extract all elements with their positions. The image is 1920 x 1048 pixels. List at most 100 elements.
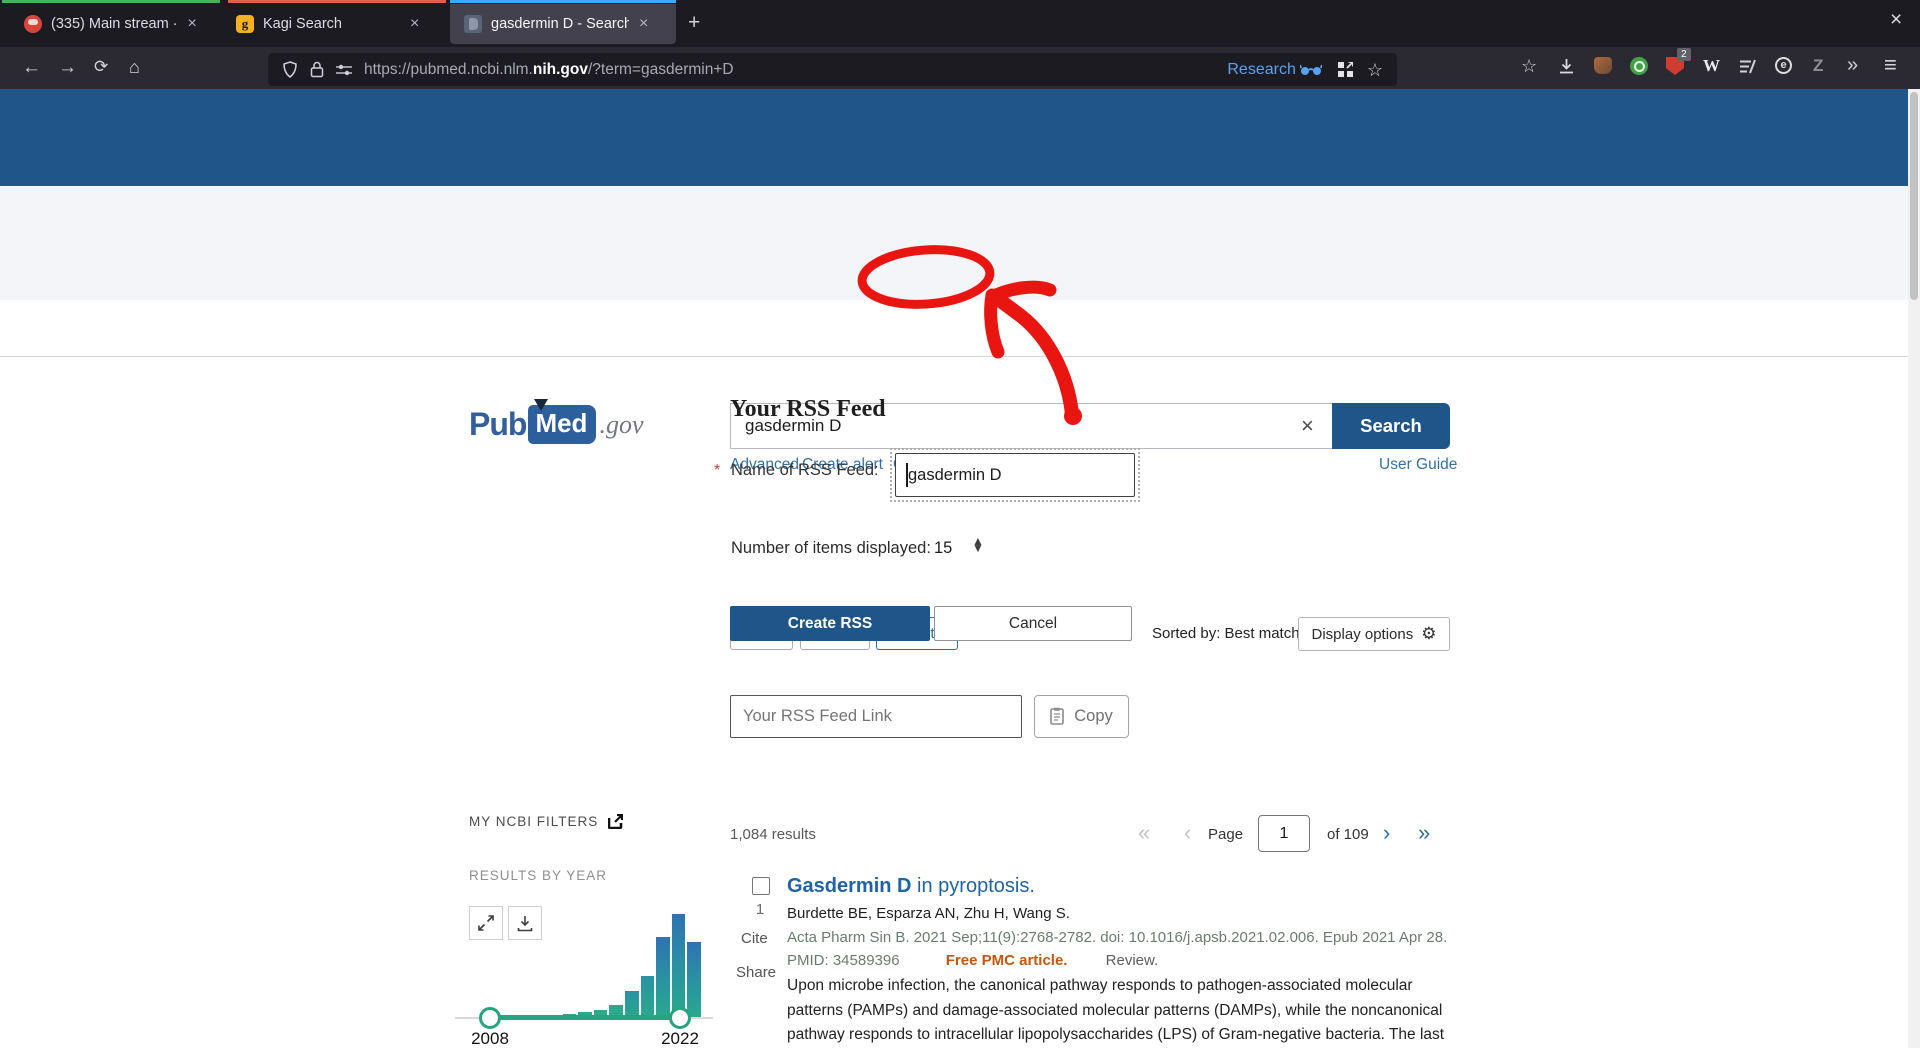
results-tools-bar: Save Email Send to Sorted by: Best match… <box>0 300 1920 357</box>
pubmed-search-section: Pub Med .gov × Search Advanced Create al… <box>0 186 1920 300</box>
year-bar-2019[interactable] <box>641 976 655 1019</box>
year-end-label: 2022 <box>645 1029 715 1048</box>
clipboard-icon <box>1050 707 1066 726</box>
year-bar-2022[interactable] <box>687 942 701 1019</box>
result-title-term: Gasdermin D <box>787 875 911 897</box>
url-pre: https://pubmed.ncbi.nlm. <box>364 61 533 78</box>
pubmed-logo-gov: .gov <box>599 410 643 440</box>
stylus-stripes-icon[interactable] <box>1739 59 1756 78</box>
share-button[interactable]: Share <box>736 964 776 981</box>
lock-icon[interactable] <box>310 61 324 78</box>
downloads-icon[interactable] <box>1558 58 1575 79</box>
pubmed-logo-pub: Pub <box>469 406 526 443</box>
tab-title: Kagi Search <box>263 16 342 32</box>
gear-icon: ⚙ <box>1421 624 1436 644</box>
tab-close-icon[interactable]: × <box>188 15 197 33</box>
text-caret <box>906 463 908 487</box>
rss-name-input[interactable] <box>895 453 1135 497</box>
page-number-input[interactable] <box>1258 815 1310 852</box>
pubmed-logo[interactable]: Pub Med .gov <box>469 405 643 444</box>
result-ids-row: PMID: 34589396 Free PMC article. Review. <box>787 952 1158 969</box>
ublock-badge: 2 <box>1677 48 1691 61</box>
items-displayed-value[interactable]: 15 <box>934 539 952 558</box>
overflow-chevron-icon[interactable]: » <box>1847 55 1858 75</box>
tab-main-stream[interactable]: (335) Main stream · × <box>24 4 220 44</box>
screen: (335) Main stream · × g Kagi Search × ga… <box>0 0 1920 1048</box>
forward-icon[interactable]: → <box>58 58 77 77</box>
stepper-down-icon[interactable]: ▼ <box>972 545 984 552</box>
ecosia-icon[interactable]: e <box>1775 57 1792 74</box>
bookmark-star-icon[interactable]: ☆ <box>1367 61 1383 79</box>
url-text[interactable]: https://pubmed.ncbi.nlm.nih.gov/?term=ga… <box>364 61 734 79</box>
result-snippet: Upon microbe infection, the canonical pa… <box>787 974 1455 1048</box>
items-stepper[interactable]: ▲ ▼ <box>972 538 984 553</box>
tab-title: gasdermin D - Search <box>491 16 629 32</box>
create-rss-button[interactable]: Create RSS <box>730 606 930 641</box>
page-scrollbar-thumb[interactable] <box>1910 92 1918 300</box>
cite-button[interactable]: Cite <box>741 930 768 947</box>
rss-feed-link-input[interactable] <box>730 695 1022 738</box>
container-stripe-blue <box>450 0 676 3</box>
container-stripe-green <box>2 0 220 3</box>
year-slider-track[interactable] <box>490 1015 680 1020</box>
user-guide-link[interactable]: User Guide <box>1379 456 1457 474</box>
extension-green-icon[interactable] <box>1630 57 1648 75</box>
items-displayed-label: Number of items displayed: <box>731 539 931 558</box>
year-histogram <box>469 907 701 1019</box>
wikipedia-icon[interactable]: W <box>1703 57 1720 74</box>
tab-favicon-stream-icon <box>24 15 42 33</box>
result-checkbox[interactable] <box>752 877 770 895</box>
tab-kagi-search[interactable]: g Kagi Search × <box>236 4 432 44</box>
display-options-button[interactable]: Display options ⚙ <box>1298 617 1450 651</box>
copy-button[interactable]: Copy <box>1034 695 1129 738</box>
rss-feed-heading: Your RSS Feed <box>730 396 886 423</box>
cancel-button[interactable]: Cancel <box>934 606 1132 641</box>
reload-icon[interactable]: ⟳ <box>94 58 108 75</box>
result-number: 1 <box>748 901 772 918</box>
result-free-pmc[interactable]: Free PMC article. <box>946 952 1068 969</box>
container-stripe-salmon <box>228 0 446 3</box>
zotero-icon[interactable]: Z <box>1813 57 1823 74</box>
extension-fox-icon[interactable] <box>1594 57 1612 74</box>
pubmed-logo-med: Med <box>535 408 587 438</box>
window-close-button[interactable]: × <box>1890 8 1902 32</box>
year-slider-handle-start[interactable] <box>479 1007 501 1029</box>
my-ncbi-filters-label: MY NCBI FILTERS <box>469 814 598 829</box>
year-slider-handle-end[interactable] <box>669 1007 691 1029</box>
page-last-icon[interactable]: » <box>1418 820 1430 846</box>
tab-close-icon[interactable]: × <box>639 15 648 33</box>
copy-label: Copy <box>1074 707 1113 726</box>
shortcuts-grid-icon[interactable] <box>1338 62 1353 77</box>
save-star-icon[interactable]: ☆ <box>1521 57 1537 75</box>
url-bar[interactable]: https://pubmed.ncbi.nlm.nih.gov/?term=ga… <box>268 53 1397 86</box>
display-options-label: Display options <box>1312 626 1414 643</box>
required-asterisk: * <box>714 462 720 480</box>
home-icon[interactable]: ⌂ <box>129 58 140 76</box>
page-next-icon[interactable]: › <box>1383 820 1390 846</box>
shield-icon[interactable] <box>282 61 298 78</box>
sorted-by-label[interactable]: Sorted by: Best match <box>1152 625 1300 642</box>
year-bar-2021[interactable] <box>672 914 686 1019</box>
tab-close-icon[interactable]: × <box>410 15 419 33</box>
permissions-toggle-icon[interactable] <box>336 64 352 76</box>
rss-name-input-wrap <box>895 453 1135 497</box>
results-by-year-label: RESULTS BY YEAR <box>469 868 607 883</box>
page-first-icon: « <box>1138 820 1150 846</box>
tab-title: (335) Main stream · <box>51 16 178 32</box>
result-review-tag[interactable]: Review. <box>1106 952 1159 969</box>
search-button[interactable]: Search <box>1332 403 1450 449</box>
page-prev-icon: ‹ <box>1184 820 1191 846</box>
search-clear-icon[interactable]: × <box>1301 413 1314 439</box>
my-ncbi-filters[interactable]: MY NCBI FILTERS <box>469 814 623 829</box>
tab-pubmed-active[interactable]: gasdermin D - Search × <box>450 4 676 44</box>
rss-name-label: Name of RSS Feed: <box>731 461 879 480</box>
menu-icon[interactable]: ≡ <box>1884 54 1897 76</box>
result-authors: Burdette BE, Esparza AN, Zhu H, Wang S. <box>787 905 1070 922</box>
result-title-link[interactable]: Gasdermin D in pyroptosis. <box>787 875 1035 898</box>
new-tab-button[interactable]: + <box>688 11 700 35</box>
results-count: 1,084 results <box>730 826 816 843</box>
browser-tab-bar: (335) Main stream · × g Kagi Search × ga… <box>0 0 1920 47</box>
year-bar-2020[interactable] <box>656 937 670 1019</box>
external-link-icon <box>608 814 623 829</box>
back-icon[interactable]: ← <box>22 58 41 77</box>
